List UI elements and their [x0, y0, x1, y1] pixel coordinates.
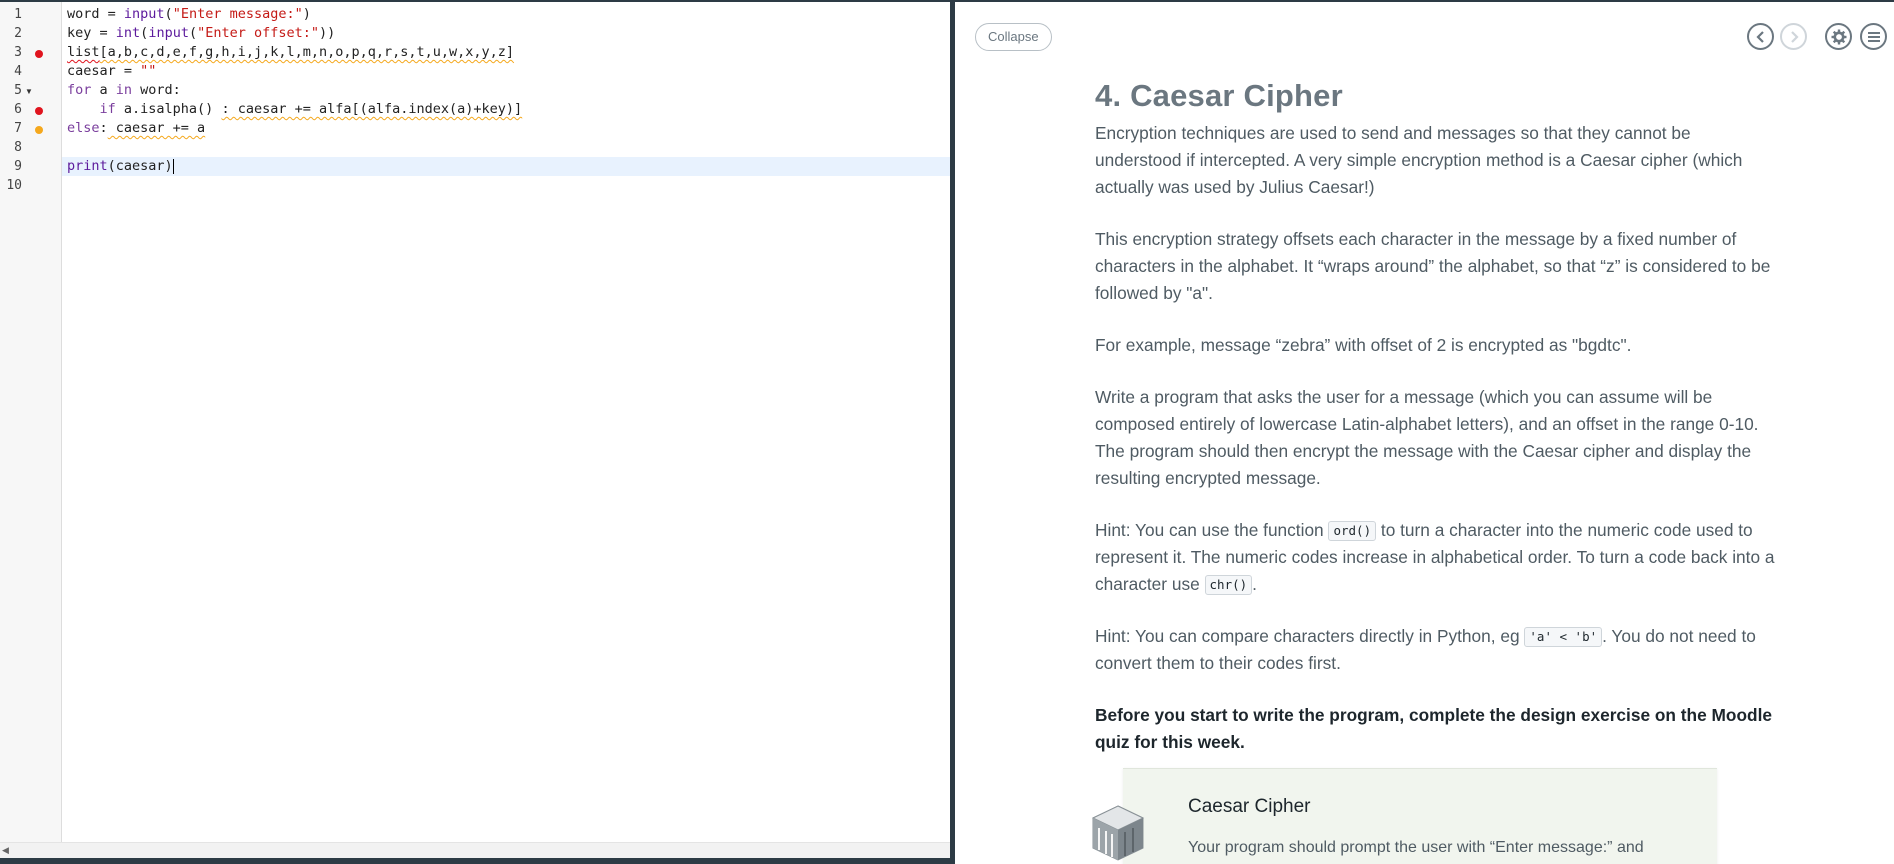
line-number: 8: [14, 140, 22, 155]
code-token: )): [319, 25, 336, 41]
code-token: (: [188, 25, 198, 41]
page-title: 4. Caesar Cipher: [1095, 78, 1343, 113]
menu-button[interactable]: [1860, 23, 1887, 50]
line-number: 10: [6, 178, 22, 193]
code-token: "Enter offset:": [197, 25, 320, 41]
settings-button[interactable]: [1825, 23, 1852, 50]
line-number: 6: [14, 102, 22, 117]
gear-icon: [1831, 29, 1846, 44]
code-line[interactable]: caesar = "": [67, 62, 950, 81]
error-marker-icon[interactable]: [35, 50, 43, 58]
code-token: in: [115, 82, 133, 98]
code-token: caesar =: [67, 63, 141, 79]
compare-code: 'a' < 'b': [1524, 627, 1603, 647]
hint-ord-paragraph: Hint: You can use the function ord() to …: [1095, 517, 1780, 598]
next-page-button[interactable]: [1780, 23, 1807, 50]
ord-code: ord(): [1328, 521, 1377, 541]
exercise-card-title: Caesar Cipher: [1188, 796, 1311, 817]
code-line[interactable]: else: caesar += a: [67, 119, 950, 138]
code-token: word:: [132, 82, 181, 98]
warning-marker-icon[interactable]: [35, 126, 43, 134]
text-cursor: [172, 158, 174, 174]
exercise-card[interactable]: Caesar Cipher Your program should prompt…: [1123, 768, 1717, 864]
exercise-cube-icon: [1091, 805, 1145, 861]
code-token: input: [148, 25, 189, 41]
error-marker-icon[interactable]: [35, 107, 43, 115]
code-token: "": [140, 63, 157, 79]
exercise-card-text: Your program should prompt the user with…: [1188, 839, 1644, 856]
editor-gutter: 1 2 3 4 5 ▼ 6 7 8 9 10: [0, 2, 62, 842]
chr-code: chr(): [1204, 575, 1253, 595]
collapse-button[interactable]: Collapse: [975, 23, 1052, 51]
code-token: (caesar): [107, 158, 173, 174]
code-token: list: [67, 44, 100, 60]
instructions-content: 4. Caesar Cipher Encryption techniques a…: [1095, 78, 1780, 781]
code-line[interactable]: [67, 138, 950, 157]
line-number: 5: [14, 83, 22, 98]
example-paragraph: For example, message “zebra” with offset…: [1095, 335, 1632, 355]
editor-bottom-border: [0, 858, 950, 864]
hint-text: Hint: You can use the function: [1095, 520, 1329, 540]
code-token: if: [99, 101, 116, 117]
line-number: 2: [14, 26, 22, 41]
code-token: for: [67, 82, 92, 98]
code-token: a: [91, 82, 116, 98]
horizontal-scrollbar[interactable]: ◀: [0, 842, 950, 858]
hint-text: Hint: You can compare characters directl…: [1095, 626, 1525, 646]
code-token: [a,b,c,d,e,f,g,h,i,j,k,l,m,n,o,p,q,r,s,t…: [99, 44, 515, 60]
code-line[interactable]: if a.isalpha() : caesar += alfa[(alfa.in…: [67, 100, 950, 119]
line-number: 3: [14, 45, 22, 60]
panel-header: Collapse: [955, 2, 1894, 70]
code-token: (: [164, 6, 173, 22]
instructions-panel: Collapse 4. Caesar Cipher Encryption tec…: [955, 2, 1894, 864]
code-line[interactable]: word = input("Enter message:"): [67, 5, 950, 24]
code-token: key =: [67, 25, 116, 41]
code-line[interactable]: [67, 176, 950, 195]
code-token: else: [67, 120, 100, 136]
code-token: word =: [67, 6, 124, 22]
task-paragraph: Write a program that asks the user for a…: [1095, 387, 1759, 488]
code-token: input: [123, 6, 165, 22]
design-note: Before you start to write the program, c…: [1095, 705, 1772, 752]
code-editor[interactable]: 1 2 3 4 5 ▼ 6 7 8 9 10 word = input("Ent…: [0, 0, 951, 864]
line-number: 9: [14, 159, 22, 174]
code-token: int: [115, 25, 141, 41]
menu-icon: [1867, 31, 1880, 42]
line-number: 7: [14, 121, 22, 136]
code-token: caesar += a: [107, 120, 206, 136]
hint-text: .: [1252, 574, 1257, 594]
chevron-right-icon: [1790, 30, 1799, 43]
hint-compare-paragraph: Hint: You can compare characters directl…: [1095, 623, 1780, 677]
code-line[interactable]: list[a,b,c,d,e,f,g,h,i,j,k,l,m,n,o,p,q,r…: [67, 43, 950, 62]
line-number: 4: [14, 64, 22, 79]
scroll-left-icon[interactable]: ◀: [2, 845, 9, 856]
code-line[interactable]: print(caesar): [62, 157, 950, 176]
code-token: print: [67, 158, 108, 174]
strategy-paragraph: This encryption strategy offsets each ch…: [1095, 229, 1771, 303]
code-token: ): [302, 6, 311, 22]
code-text-area[interactable]: word = input("Enter message:") key = int(…: [62, 2, 950, 842]
intro-paragraph: Encryption techniques are used to send a…: [1095, 123, 1743, 197]
prev-page-button[interactable]: [1747, 23, 1774, 50]
fold-arrow-icon[interactable]: ▼: [25, 82, 33, 101]
chevron-left-icon: [1755, 30, 1764, 43]
code-token: : caesar += alfa[(alfa.index(a)+key)]: [221, 101, 523, 117]
code-line[interactable]: for a in word:: [67, 81, 950, 100]
code-token: :: [99, 120, 108, 136]
code-line[interactable]: key = int(input("Enter offset:")): [67, 24, 950, 43]
line-number: 1: [14, 7, 22, 22]
code-token: a.isalpha(): [115, 101, 222, 117]
code-token: "Enter message:": [172, 6, 303, 22]
